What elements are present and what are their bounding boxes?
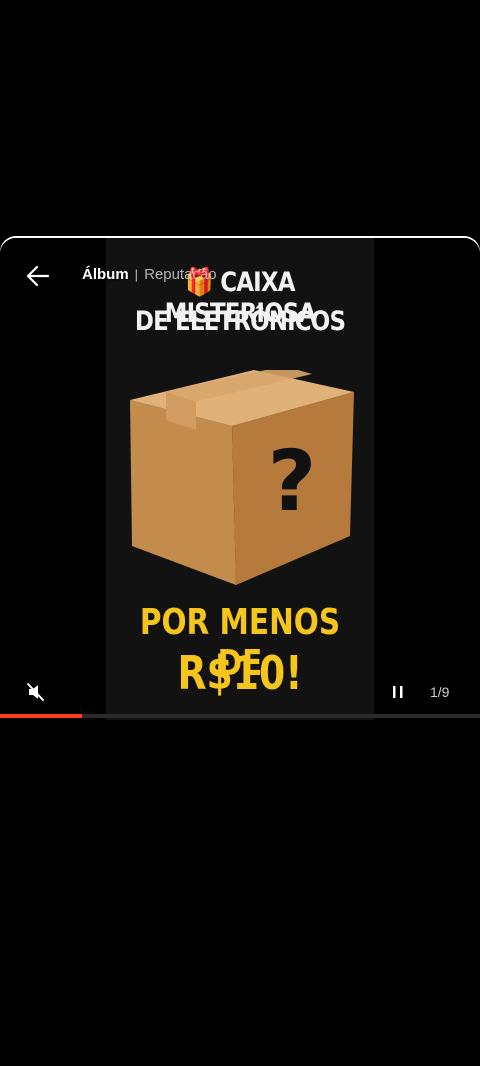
tab-reputation[interactable]: Reputação <box>144 266 217 283</box>
arrow-left-icon[interactable] <box>24 262 52 290</box>
box-question-mark: ? <box>268 432 317 530</box>
media-viewer-card: 🎁 CAIXA MISTERIOSA DE ELETRÔNICOS ? POR … <box>0 238 480 1066</box>
slide-counter: 1/9 <box>430 684 450 700</box>
video-progress-fill <box>0 714 82 718</box>
video-progress-bar[interactable] <box>0 714 480 718</box>
tab-separator: | <box>134 267 139 282</box>
slide-title-line2: DE ELETRÔNICOS <box>134 306 346 337</box>
tab-album[interactable]: Álbum <box>82 266 129 283</box>
video-player[interactable]: 🎁 CAIXA MISTERIOSA DE ELETRÔNICOS ? POR … <box>0 238 480 720</box>
mystery-box-image: ? <box>130 370 354 585</box>
pause-icon[interactable] <box>390 682 406 702</box>
speaker-muted-icon[interactable] <box>26 682 46 702</box>
promo-line2: R$10! <box>177 646 303 700</box>
video-frame: 🎁 CAIXA MISTERIOSA DE ELETRÔNICOS ? POR … <box>106 238 374 720</box>
top-tabs: Álbum | Reputação <box>82 266 217 283</box>
